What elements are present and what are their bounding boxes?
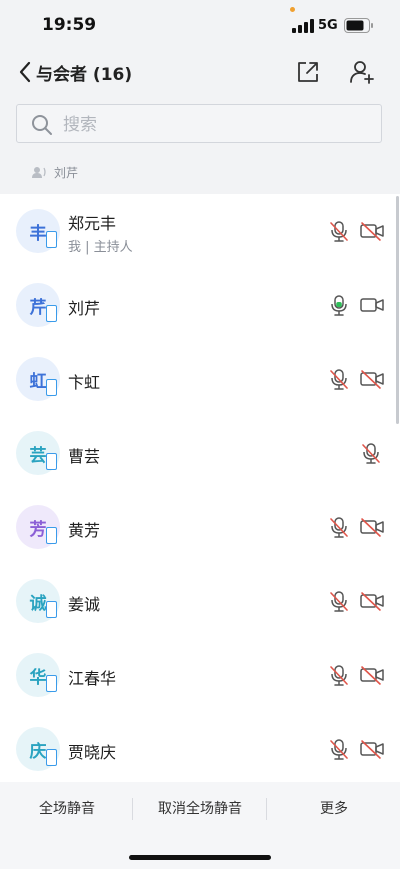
participant-name: 曹芸 [68,447,101,466]
search-icon [32,115,52,135]
top-nav: 与会者 (16) [0,50,400,94]
toolbar-divider [266,798,267,820]
signal-icon [292,19,314,33]
back-chevron-icon [19,61,31,83]
camera-off-icon[interactable] [360,368,384,390]
search-box[interactable] [16,104,382,143]
mobile-device-icon [46,675,57,692]
home-indicator[interactable] [129,855,271,860]
participant-name: 卞虹 [68,373,101,392]
participant-row[interactable]: 庆贾晓庆 [0,712,400,782]
participant-row[interactable]: 诚姜诚 [0,564,400,638]
participant-name: 贾晓庆 [68,743,117,762]
active-speaker: 刘芹 [32,162,78,182]
mobile-device-icon [46,453,57,470]
camera-off-icon[interactable] [360,220,384,242]
share-external-icon[interactable] [294,58,322,86]
unmute-all-button[interactable]: 取消全场静音 [146,798,254,820]
privacy-indicator-dot [290,7,295,12]
participant-name: 姜诚 [68,595,101,614]
mobile-device-icon [46,527,57,544]
mobile-device-icon [46,601,57,618]
mobile-device-icon [46,749,57,766]
mic-muted-icon[interactable] [328,220,350,242]
mic-muted-icon[interactable] [328,516,350,538]
mobile-device-icon [46,379,57,396]
participant-row[interactable]: 芸曹芸 [0,416,400,490]
participant-list[interactable]: 丰郑元丰我 | 主持人芹刘芹虹卞虹芸曹芸芳黄芳诚姜诚华江春华庆贾晓庆 [0,194,400,782]
speaking-indicator-icon [32,167,46,178]
camera-off-icon[interactable] [360,664,384,686]
mobile-device-icon [46,305,57,322]
participant-name: 黄芳 [68,521,101,540]
camera-off-icon[interactable] [360,516,384,538]
participant-name: 刘芹 [68,299,101,318]
status-time: 19:59 [42,15,97,35]
participant-name: 郑元丰 [68,214,117,233]
mic-speaking-icon[interactable] [328,294,350,316]
mic-muted-icon[interactable] [360,442,384,464]
scrollbar[interactable] [396,196,399,424]
search-input[interactable] [61,112,365,138]
status-bar: 19:59 5G [0,0,400,50]
mic-muted-icon[interactable] [328,664,350,686]
camera-off-icon[interactable] [360,738,384,760]
participant-row[interactable]: 芳黄芳 [0,490,400,564]
participant-role: 我 | 主持人 [68,240,133,255]
participant-row[interactable]: 芹刘芹 [0,268,400,342]
page-title: 与会者 (16) [36,64,133,85]
active-speaker-name: 刘芹 [54,165,79,180]
participant-row[interactable]: 华江春华 [0,638,400,712]
mic-muted-icon[interactable] [328,590,350,612]
network-type: 5G [318,18,338,33]
participant-row[interactable]: 虹卞虹 [0,342,400,416]
battery-icon [344,18,373,33]
participant-name: 江春华 [68,669,117,688]
mobile-device-icon [46,231,57,248]
camera-off-icon[interactable] [360,590,384,612]
mic-muted-icon[interactable] [328,368,350,390]
camera-icon[interactable] [360,294,384,316]
add-user-icon[interactable] [348,58,376,86]
toolbar-divider [132,798,133,820]
more-button[interactable]: 更多 [294,798,374,820]
participant-row[interactable]: 丰郑元丰我 | 主持人 [0,194,400,268]
mute-all-button[interactable]: 全场静音 [22,798,112,820]
mic-muted-icon[interactable] [328,738,350,760]
back-button[interactable]: 与会者 (16) [18,58,132,86]
